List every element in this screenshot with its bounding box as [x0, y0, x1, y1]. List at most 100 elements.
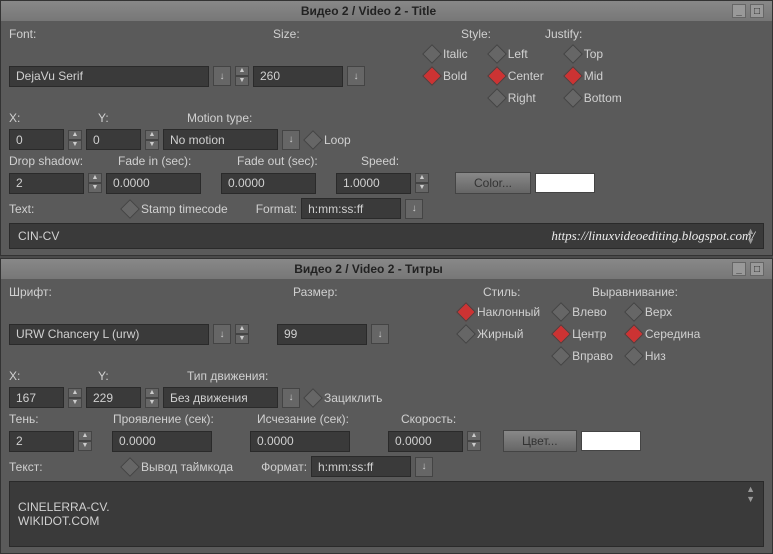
stamp-checkbox[interactable]: Stamp timecode: [121, 200, 228, 218]
justify-right[interactable]: Right: [488, 89, 544, 107]
shadow-input[interactable]: [9, 431, 74, 452]
justify-center[interactable]: Центр: [552, 325, 613, 343]
speed-down-icon[interactable]: ▼: [467, 441, 481, 451]
x-input[interactable]: [9, 129, 64, 150]
justify-bottom[interactable]: Bottom: [564, 89, 622, 107]
justify-right[interactable]: Вправо: [552, 347, 613, 365]
scroll-icon[interactable]: ▲▼: [746, 484, 755, 504]
justify-label: Justify:: [545, 27, 625, 41]
justify-center[interactable]: Center: [488, 67, 544, 85]
size-input[interactable]: [253, 66, 343, 87]
x-label: X:: [9, 369, 20, 383]
x-down-icon[interactable]: ▼: [68, 398, 82, 408]
shadow-down-icon[interactable]: ▼: [78, 441, 92, 451]
fadein-label: Проявление (сек):: [113, 412, 214, 426]
y-down-icon[interactable]: ▼: [145, 140, 159, 150]
justify-top[interactable]: Верх: [625, 303, 700, 321]
font-label: Шрифт:: [9, 285, 289, 299]
justify-label: Выравнивание:: [592, 285, 678, 299]
motion-input[interactable]: [163, 129, 278, 150]
x-input[interactable]: [9, 387, 64, 408]
y-input[interactable]: [86, 387, 141, 408]
justify-left[interactable]: Left: [488, 45, 544, 63]
scroll-icon[interactable]: ▲▼: [746, 226, 755, 246]
maximize-button[interactable]: □: [750, 4, 764, 18]
window-title: Видео 2 / Video 2 - Title: [9, 4, 728, 18]
style-italic[interactable]: Italic: [423, 45, 468, 63]
text-content: CINELERRA-CV. WIKIDOT.COM: [18, 500, 110, 528]
font-input[interactable]: [9, 66, 209, 87]
stamp-checkbox[interactable]: Вывод таймкода: [121, 458, 233, 476]
style-bold[interactable]: Жирный: [457, 325, 540, 343]
speed-input[interactable]: [336, 173, 411, 194]
text-content: CIN-CV: [18, 229, 59, 243]
size-dropdown-icon[interactable]: ↓: [371, 324, 389, 344]
titlebar[interactable]: Видео 2 / Video 2 - Титры _ □: [1, 259, 772, 279]
color-button[interactable]: Color...: [455, 172, 531, 194]
shadow-up-icon[interactable]: ▲: [88, 173, 102, 183]
format-dropdown-icon[interactable]: ↓: [415, 457, 433, 477]
color-button[interactable]: Цвет...: [503, 430, 577, 452]
shadow-up-icon[interactable]: ▲: [78, 431, 92, 441]
y-up-icon[interactable]: ▲: [145, 130, 159, 140]
fadeout-input[interactable]: [221, 173, 316, 194]
minimize-button[interactable]: _: [732, 262, 746, 276]
y-up-icon[interactable]: ▲: [145, 388, 159, 398]
motion-dropdown-icon[interactable]: ↓: [282, 388, 300, 408]
font-dropdown-icon[interactable]: ↓: [213, 324, 231, 344]
shadow-input[interactable]: [9, 173, 84, 194]
size-dropdown-icon[interactable]: ↓: [347, 66, 365, 86]
format-input[interactable]: [311, 456, 411, 477]
loop-checkbox[interactable]: Зациклить: [304, 389, 382, 407]
justify-top[interactable]: Top: [564, 45, 622, 63]
x-up-icon[interactable]: ▲: [68, 388, 82, 398]
style-italic[interactable]: Наклонный: [457, 303, 540, 321]
font-down-icon[interactable]: ▼: [235, 76, 249, 86]
maximize-button[interactable]: □: [750, 262, 764, 276]
justify-mid[interactable]: Середина: [625, 325, 700, 343]
text-area[interactable]: CIN-CV https://linuxvideoediting.blogspo…: [9, 223, 764, 249]
speed-input[interactable]: [388, 431, 463, 452]
x-up-icon[interactable]: ▲: [68, 130, 82, 140]
speed-up-icon[interactable]: ▲: [467, 431, 481, 441]
style-label: Style:: [461, 27, 541, 41]
fadeout-input[interactable]: [250, 431, 350, 452]
justify-mid[interactable]: Mid: [564, 67, 622, 85]
minimize-button[interactable]: _: [732, 4, 746, 18]
font-down-icon[interactable]: ▼: [235, 334, 249, 344]
motion-label: Motion type:: [187, 111, 252, 125]
font-input[interactable]: [9, 324, 209, 345]
fadein-input[interactable]: [106, 173, 201, 194]
x-down-icon[interactable]: ▼: [68, 140, 82, 150]
justify-left[interactable]: Влево: [552, 303, 613, 321]
justify-bottom[interactable]: Низ: [625, 347, 700, 365]
style-label: Стиль:: [483, 285, 588, 299]
format-dropdown-icon[interactable]: ↓: [405, 199, 423, 219]
y-label: Y:: [98, 369, 109, 383]
y-input[interactable]: [86, 129, 141, 150]
window-title: Видео 2 / Video 2 - Титры: [9, 262, 728, 276]
fadein-input[interactable]: [112, 431, 212, 452]
font-dropdown-icon[interactable]: ↓: [213, 66, 231, 86]
text-area[interactable]: CINELERRA-CV. WIKIDOT.COM ▲▼: [9, 481, 764, 547]
speed-down-icon[interactable]: ▼: [415, 183, 429, 193]
size-input[interactable]: [277, 324, 367, 345]
y-down-icon[interactable]: ▼: [145, 398, 159, 408]
font-label: Font:: [9, 27, 269, 41]
format-input[interactable]: [301, 198, 401, 219]
motion-label: Тип движения:: [187, 369, 268, 383]
shadow-down-icon[interactable]: ▼: [88, 183, 102, 193]
font-up-icon[interactable]: ▲: [235, 66, 249, 76]
titlebar[interactable]: Видео 2 / Video 2 - Title _ □: [1, 1, 772, 21]
motion-dropdown-icon[interactable]: ↓: [282, 130, 300, 150]
motion-input[interactable]: [163, 387, 278, 408]
font-up-icon[interactable]: ▲: [235, 324, 249, 334]
style-bold[interactable]: Bold: [423, 67, 468, 85]
shadow-label: Тень:: [9, 412, 39, 426]
loop-checkbox[interactable]: Loop: [304, 131, 351, 149]
window-title-ru: Видео 2 / Video 2 - Титры _ □ Шрифт: Раз…: [0, 258, 773, 554]
speed-up-icon[interactable]: ▲: [415, 173, 429, 183]
fadein-label: Fade in (sec):: [118, 154, 191, 168]
x-label: X:: [9, 111, 20, 125]
color-swatch: [535, 173, 595, 193]
